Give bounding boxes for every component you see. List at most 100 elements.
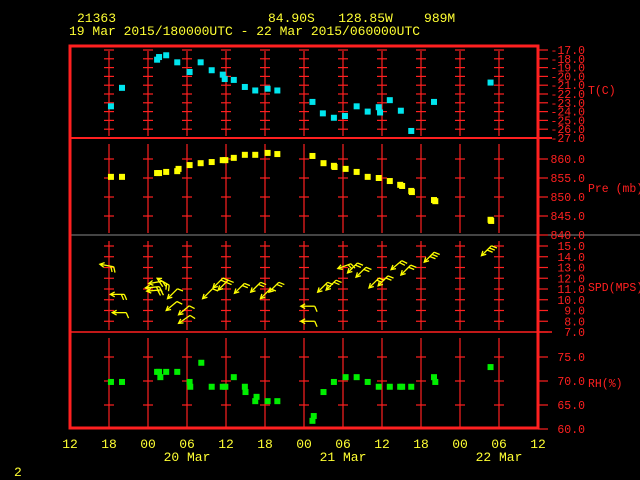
wind-barb	[429, 255, 436, 260]
axis-tick-label: 60.0	[557, 424, 585, 437]
wind-barb	[385, 277, 392, 281]
wind-arrow	[201, 288, 219, 300]
rh-point	[119, 378, 125, 385]
rh-point	[375, 383, 382, 390]
page-number: 2	[14, 465, 22, 480]
rh-point	[309, 417, 316, 424]
pressure-point	[230, 154, 237, 161]
axis-tick-label: 850.0	[550, 192, 585, 205]
temperature-point	[230, 76, 237, 83]
wind-arrow	[423, 251, 440, 264]
wind-arrow	[165, 300, 183, 312]
wind-barb	[314, 320, 318, 328]
wind-barb	[113, 266, 116, 273]
rh-point	[252, 398, 259, 405]
x-tick-label: 00	[452, 437, 468, 452]
panel-label-wind: SPD(MPS)	[588, 282, 640, 295]
panel-label-pressure: Pre (mb)	[588, 183, 640, 196]
wind-arrow	[233, 282, 251, 295]
pressure-point	[119, 173, 125, 180]
wind-arrow-shaft	[250, 281, 262, 293]
temperature-point	[274, 87, 281, 94]
wind-arrow-shaft	[233, 282, 245, 294]
rh-point	[386, 383, 393, 390]
wind-barb	[276, 283, 283, 288]
temperature-point	[119, 84, 125, 91]
meteogram: 21363 84.90S 128.85W 989M 19 Mar 2015/18…	[14, 11, 640, 480]
x-tick-label: 12	[62, 437, 78, 452]
rh-point	[408, 383, 415, 390]
wind-arrow	[377, 275, 394, 287]
wind-barb	[399, 262, 406, 266]
temperature-point	[156, 54, 163, 61]
axis-tick-label: 855.0	[550, 173, 585, 186]
wind-barb	[333, 281, 340, 286]
temperature-point	[252, 87, 259, 94]
temperature-point	[221, 76, 228, 83]
axis-tick-label: 7.0	[564, 327, 585, 340]
axis-tick-label: 860.0	[550, 154, 585, 167]
panel-label-temperature: T(C)	[588, 85, 616, 98]
temperature-point	[487, 79, 494, 86]
wind-arrow	[249, 281, 267, 294]
panel-label-rh: RH(%)	[588, 378, 623, 391]
wind-barb	[158, 281, 164, 288]
rh-point	[432, 378, 439, 385]
rh-point	[187, 383, 194, 390]
x-tick-label: 12	[530, 437, 546, 452]
x-date-label: 21 Mar	[320, 450, 367, 465]
wind-barb	[335, 279, 342, 284]
pressure-point	[320, 160, 327, 167]
rh-point	[330, 378, 337, 385]
pressure-point	[432, 198, 439, 205]
wind-arrow-shaft	[355, 266, 367, 278]
wind-barb	[176, 300, 183, 305]
pressure-point	[107, 173, 114, 180]
wind-barb	[408, 266, 415, 271]
wind-arrow	[480, 245, 498, 257]
wind-barb	[165, 283, 168, 290]
rh-point	[107, 378, 114, 385]
temperature-point	[364, 108, 371, 115]
wind-arrow-shaft	[400, 264, 412, 276]
wind-barb	[123, 294, 128, 301]
x-tick-label: 18	[413, 437, 429, 452]
wind-barb	[363, 268, 370, 273]
wind-barb	[125, 312, 130, 319]
wind-arrow	[399, 264, 417, 276]
wind-barb	[486, 249, 493, 253]
x-tick-label: 00	[296, 437, 312, 452]
pressure-point	[488, 217, 495, 224]
axis-tick-label: -27.0	[550, 133, 585, 146]
pressure-point	[408, 189, 415, 196]
temperature-point	[377, 109, 384, 116]
rh-point	[242, 389, 249, 396]
x-date-label: 20 Mar	[164, 450, 211, 465]
rh-point	[320, 389, 327, 396]
rh-point	[264, 398, 271, 405]
pressure-point	[163, 168, 170, 175]
rh-point	[342, 374, 349, 381]
pressure-point	[342, 165, 349, 172]
rh-point	[399, 383, 406, 390]
axis-tick-label: 75.0	[557, 352, 585, 365]
temperature-point	[208, 67, 215, 74]
temperature-point	[197, 59, 204, 66]
rh-point	[487, 364, 494, 371]
temperature-point	[330, 114, 337, 121]
x-tick-label: 18	[257, 437, 273, 452]
pressure-point	[309, 152, 316, 159]
wind-barb	[120, 294, 125, 301]
axis-tick-label: 70.0	[557, 376, 585, 389]
wind-arrow	[166, 288, 184, 300]
pressure-point	[331, 163, 338, 170]
wind-barb	[189, 314, 196, 320]
temperature-point	[186, 69, 193, 75]
pressure-point	[353, 168, 360, 175]
wind-barb	[258, 283, 265, 288]
wind-arrow	[259, 288, 277, 300]
pressure-point	[252, 151, 259, 158]
wind-arrow	[108, 291, 128, 301]
temperature-point	[397, 107, 404, 114]
x-tick-label: 12	[374, 437, 390, 452]
